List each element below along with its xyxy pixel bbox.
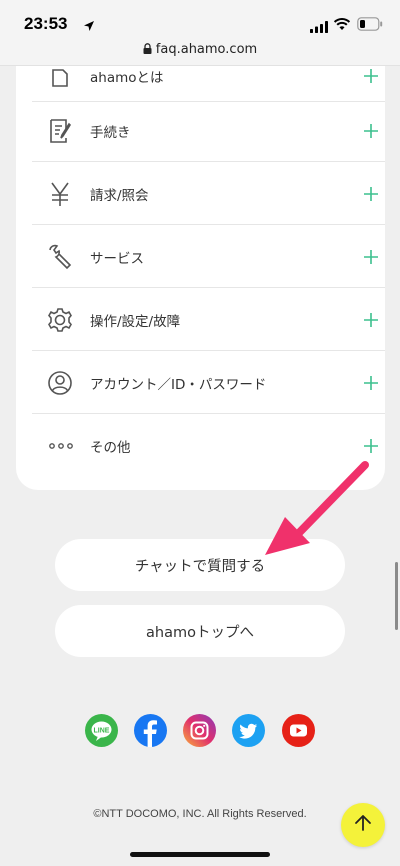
home-indicator[interactable] [130, 852, 270, 857]
youtube-icon[interactable] [282, 714, 315, 747]
menu-item-label: 手続き [90, 124, 131, 141]
info-doc-icon [46, 62, 74, 90]
menu-item-billing[interactable]: 請求/照会 [32, 163, 385, 225]
menu-item-settings[interactable]: 操作/設定/故障 [32, 289, 385, 351]
cellular-signal-icon [310, 18, 328, 37]
expand-plus-icon[interactable] [363, 375, 379, 391]
expand-plus-icon[interactable] [363, 438, 379, 454]
gear-icon [46, 306, 74, 334]
twitter-icon[interactable] [232, 714, 265, 747]
scrollbar[interactable] [395, 562, 398, 630]
menu-item-label: 請求/照会 [90, 187, 149, 204]
ahamo-top-button[interactable]: ahamoトップへ [55, 605, 345, 657]
svg-text:LINE: LINE [94, 728, 110, 735]
location-arrow-icon [83, 17, 95, 36]
more-dots-icon [48, 432, 80, 460]
arrow-up-icon [353, 813, 373, 837]
expand-plus-icon[interactable] [363, 186, 379, 202]
annotation-arrow-icon [255, 455, 375, 569]
user-icon [46, 369, 74, 397]
copyright-text: ©NTT DOCOMO, INC. All Rights Reserved. [93, 808, 307, 820]
menu-item-service[interactable]: サービス [32, 226, 385, 288]
line-icon[interactable]: LINE [85, 714, 118, 747]
expand-plus-icon[interactable] [363, 312, 379, 328]
lock-icon [143, 43, 152, 58]
menu-item-procedures[interactable]: 手続き [32, 100, 385, 162]
menu-item-label: サービス [90, 250, 144, 267]
facebook-icon[interactable] [134, 714, 167, 747]
wrench-icon [46, 243, 74, 271]
url-text: faq.ahamo.com [155, 42, 258, 57]
faq-category-card: ahamoとは 手続き 請求/照会 サービス 操作/設定/故障 アカウント／ID… [16, 40, 385, 490]
form-icon [46, 117, 74, 145]
expand-plus-icon[interactable] [363, 249, 379, 265]
expand-plus-icon[interactable] [363, 123, 379, 139]
instagram-icon[interactable] [183, 714, 216, 747]
clock: 23:53 [24, 14, 68, 33]
menu-item-label: アカウント／ID・パスワード [90, 376, 267, 393]
status-bar: 23:53 faq.ahamo.com [0, 0, 400, 66]
menu-item-label: 操作/設定/故障 [90, 313, 181, 330]
menu-item-account[interactable]: アカウント／ID・パスワード [32, 352, 385, 414]
battery-icon [357, 16, 383, 35]
yen-icon [46, 180, 74, 208]
menu-item-label: その他 [90, 440, 131, 456]
expand-plus-icon[interactable] [363, 68, 379, 84]
wifi-icon [333, 16, 351, 35]
address-bar[interactable]: faq.ahamo.com [0, 42, 400, 58]
menu-item-label: ahamoとは [90, 70, 164, 86]
scroll-to-top-button[interactable] [341, 803, 385, 847]
